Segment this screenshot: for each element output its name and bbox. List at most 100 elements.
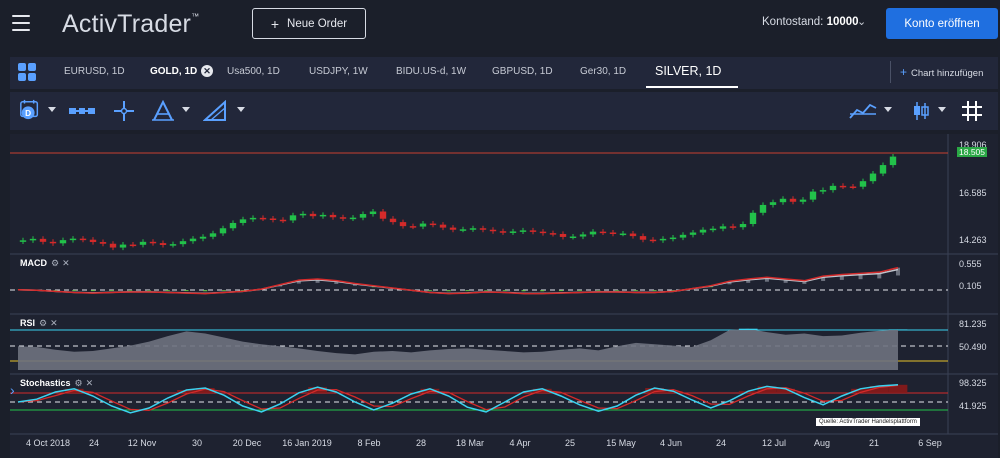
- tab-bidu[interactable]: BIDU.US-d, 1W: [396, 66, 466, 77]
- rsi-pane-label: RSI ⚙ ✕: [20, 318, 58, 328]
- tab-eurusd[interactable]: EURUSD, 1D: [64, 66, 125, 77]
- candle-body: [659, 238, 667, 241]
- drawing-icon[interactable]: [203, 100, 227, 122]
- chevron-down-icon[interactable]: [938, 107, 946, 112]
- indicator-icon[interactable]: [848, 100, 878, 122]
- chart-canvas[interactable]: [10, 134, 998, 458]
- macd-histogram-bar: [165, 290, 170, 291]
- macd-axis-label: 0.105: [959, 281, 982, 291]
- candle-body: [129, 244, 137, 247]
- layout-grid-icon[interactable]: [18, 63, 36, 81]
- chevron-down-icon[interactable]: [237, 107, 245, 112]
- close-tab-icon[interactable]: ✕: [201, 65, 213, 77]
- candle-body: [409, 226, 417, 228]
- active-tab-indicator: [646, 86, 738, 88]
- add-chart-button[interactable]: + Chart hinzufügen: [900, 65, 983, 79]
- candle-body: [509, 231, 517, 233]
- close-icon[interactable]: ✕: [62, 258, 70, 268]
- candle-body: [739, 224, 747, 228]
- date-axis-label: 6 Sep: [918, 438, 942, 448]
- macd-histogram-bar: [90, 290, 95, 292]
- candle-body: [89, 239, 97, 243]
- macd-histogram-bar: [615, 290, 620, 291]
- line-tool-icon[interactable]: [68, 100, 96, 122]
- chevron-down-icon[interactable]: ⌄: [857, 15, 866, 28]
- date-axis-label: 8 Feb: [357, 438, 381, 448]
- gear-icon[interactable]: ⚙: [51, 258, 59, 268]
- close-icon[interactable]: ✕: [50, 318, 58, 328]
- macd-histogram-bar: [446, 290, 451, 292]
- candle-body: [59, 240, 67, 244]
- candle-body: [99, 242, 107, 244]
- crosshair-icon[interactable]: [113, 100, 135, 122]
- gear-icon[interactable]: ⚙: [75, 378, 83, 388]
- chart-tabs-bar: EURUSD, 1D GOLD, 1D ✕ Usa500, 1D USDJPY,…: [10, 57, 998, 89]
- macd-histogram-bar: [203, 290, 208, 292]
- macd-histogram-bar: [184, 290, 189, 292]
- macd-histogram-bar: [128, 290, 133, 291]
- source-note: Quelle: ActivTrader Handelsplattform: [816, 418, 920, 426]
- candle-body: [579, 234, 587, 237]
- stoch-axis-label: 98.325: [959, 378, 987, 388]
- tab-gbpusd[interactable]: GBPUSD, 1D: [492, 66, 553, 77]
- candle-body: [319, 214, 327, 217]
- hamburger-menu-icon[interactable]: [12, 15, 30, 31]
- candle-body: [479, 228, 487, 230]
- gear-icon[interactable]: ⚙: [39, 318, 47, 328]
- candle-body: [349, 217, 357, 220]
- tab-silver[interactable]: SILVER, 1D: [655, 64, 721, 78]
- account-balance: Kontostand: 10000: [762, 16, 859, 28]
- fibonacci-icon[interactable]: [151, 100, 175, 122]
- candle-body: [839, 185, 847, 188]
- candle-body: [879, 165, 887, 174]
- candle-body: [299, 213, 307, 216]
- tab-gold[interactable]: GOLD, 1D: [150, 66, 197, 77]
- candle-body: [49, 241, 57, 244]
- rsi-overbought-fill: [738, 328, 758, 330]
- candle-body: [809, 191, 817, 200]
- date-axis-label: 21: [868, 438, 880, 448]
- candle-body: [759, 204, 767, 213]
- candle-body: [799, 199, 807, 202]
- candle-body: [109, 243, 117, 248]
- calendar-d-icon[interactable]: D: [18, 99, 42, 121]
- tabs-divider: [890, 61, 891, 83]
- chevron-left-icon[interactable]: ›: [10, 382, 15, 398]
- candle-body: [369, 211, 377, 215]
- close-icon[interactable]: ✕: [86, 378, 94, 388]
- tab-usa500[interactable]: Usa500, 1D: [227, 66, 280, 77]
- candle-body: [789, 198, 797, 202]
- candle-body: [389, 218, 397, 223]
- candle-body: [689, 232, 697, 235]
- chevron-down-icon[interactable]: [884, 107, 892, 112]
- candle-body: [289, 215, 297, 221]
- svg-text:D: D: [25, 109, 31, 118]
- candle-body: [769, 202, 777, 205]
- candle-body: [239, 219, 247, 223]
- candle-type-icon[interactable]: [911, 100, 931, 122]
- tab-ger30[interactable]: Ger30, 1D: [580, 66, 626, 77]
- candle-body: [569, 236, 577, 239]
- candle-body: [829, 185, 837, 191]
- candle-body: [79, 238, 87, 241]
- candle-body: [339, 217, 347, 219]
- rsi-series: [18, 328, 908, 370]
- candle-body: [499, 231, 507, 233]
- candle-body: [159, 243, 167, 246]
- open-account-button[interactable]: Konto eröffnen: [886, 8, 998, 39]
- chevron-down-icon[interactable]: [182, 107, 190, 112]
- macd-histogram-bar: [427, 290, 432, 291]
- date-axis-label: 12 Jul: [761, 438, 787, 448]
- macd-histogram-bar: [521, 290, 526, 292]
- new-order-button[interactable]: + Neue Order: [252, 8, 366, 39]
- chart-area[interactable]: › MACD ⚙ ✕ RSI ⚙ ✕ Stochastics ⚙ ✕ 18.906 18.5…: [10, 134, 998, 458]
- price-axis-label: 16.585: [959, 188, 987, 198]
- candle-body: [189, 238, 197, 242]
- candle-body: [419, 223, 427, 227]
- tab-usdjpy[interactable]: USDJPY, 1W: [309, 66, 368, 77]
- macd-histogram-bar: [896, 267, 900, 276]
- grid-icon[interactable]: [961, 100, 983, 122]
- chevron-down-icon[interactable]: [48, 107, 56, 112]
- candle-body: [379, 211, 387, 219]
- candle-body: [279, 219, 287, 222]
